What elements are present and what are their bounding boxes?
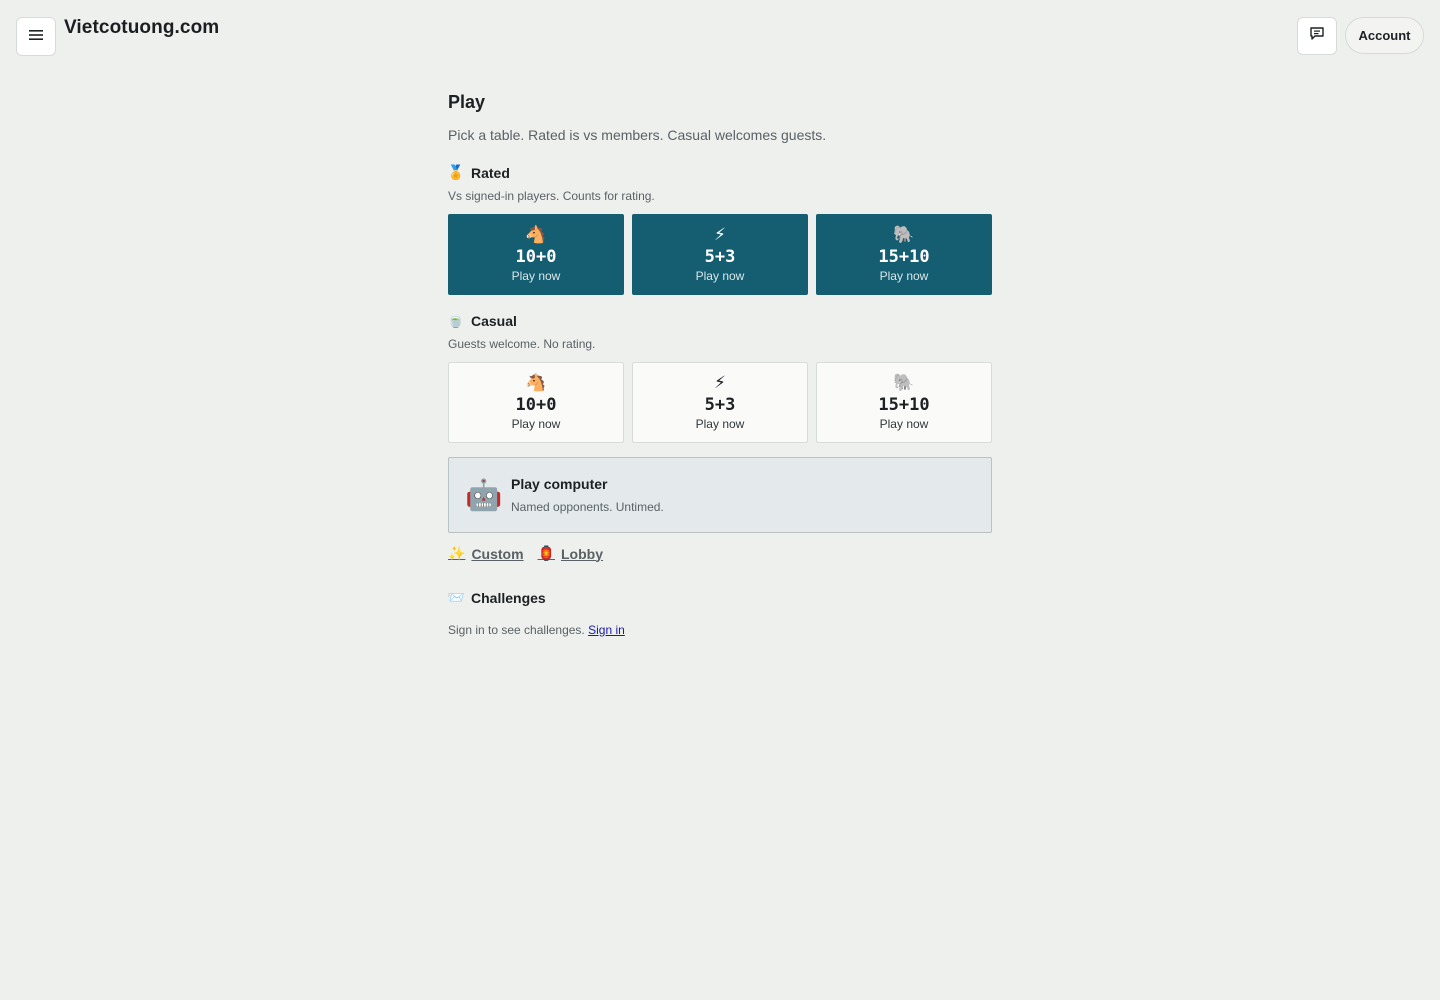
challenges-heading-label: Challenges — [471, 589, 546, 606]
tile-time: 5+3 — [704, 247, 736, 267]
sign-in-link[interactable]: Sign in — [588, 623, 625, 637]
lobby-link[interactable]: 🏮 Lobby — [538, 545, 603, 562]
tile-play-label: Play now — [511, 269, 561, 283]
sparkles-icon: ✨ — [448, 545, 466, 561]
envelope-icon: 📨 — [447, 589, 465, 605]
tile-time: 5+3 — [704, 395, 736, 415]
casual-tile-10-0[interactable]: 🐴 10+0 Play now — [448, 362, 624, 443]
page-subtitle: Pick a table. Rated is vs members. Casua… — [448, 127, 827, 143]
casual-tile-5-3[interactable]: ⚡ 5+3 Play now — [632, 362, 808, 443]
horse-icon: 🐴 — [525, 225, 547, 244]
tile-play-label: Play now — [879, 269, 929, 283]
tile-time: 15+10 — [878, 247, 930, 267]
tile-time: 15+10 — [878, 395, 930, 415]
tile-play-label: Play now — [695, 417, 745, 431]
rated-tile-5-3[interactable]: ⚡ 5+3 Play now — [632, 214, 808, 295]
account-button[interactable]: Account — [1345, 17, 1424, 54]
menu-icon — [29, 28, 43, 46]
rated-heading: 🏅 Rated — [447, 164, 510, 181]
casual-heading: 🍵 Casual — [447, 312, 517, 329]
rated-tiles: 🐴 10+0 Play now ⚡ 5+3 Play now 🐘 15+10 P… — [448, 214, 992, 295]
links-row: ✨ Custom 🏮 Lobby — [448, 545, 603, 562]
lobby-link-label: Lobby — [561, 545, 603, 562]
horse-icon: 🐴 — [525, 373, 547, 392]
lantern-icon: 🏮 — [537, 545, 555, 561]
rated-heading-label: Rated — [471, 164, 510, 181]
tea-icon: 🍵 — [447, 312, 465, 328]
custom-link-label: Custom — [471, 545, 524, 562]
elephant-icon: 🐘 — [893, 225, 915, 244]
play-computer-title: Play computer — [511, 476, 608, 492]
lightning-icon: ⚡ — [714, 225, 726, 244]
menu-button[interactable] — [16, 17, 56, 56]
site-title[interactable]: Vietcotuong.com — [64, 17, 219, 39]
casual-heading-label: Casual — [471, 312, 517, 329]
challenges-signin-line: Sign in to see challenges. Sign in — [448, 623, 625, 637]
challenges-text: Sign in to see challenges. — [448, 623, 585, 637]
custom-link[interactable]: ✨ Custom — [448, 545, 524, 562]
play-computer-text: Play computer Named opponents. Untimed. — [511, 476, 664, 514]
medal-icon: 🏅 — [447, 164, 465, 180]
rated-subtitle: Vs signed-in players. Counts for rating. — [448, 189, 655, 203]
casual-tile-15-10[interactable]: 🐘 15+10 Play now — [816, 362, 992, 443]
chat-icon — [1309, 26, 1325, 46]
tile-play-label: Play now — [879, 417, 929, 431]
play-computer-card[interactable]: 🤖 Play computer Named opponents. Untimed… — [448, 457, 992, 533]
tile-time: 10+0 — [515, 395, 557, 415]
challenges-heading: 📨 Challenges — [447, 589, 546, 606]
rated-tile-10-0[interactable]: 🐴 10+0 Play now — [448, 214, 624, 295]
casual-subtitle: Guests welcome. No rating. — [448, 337, 596, 351]
robot-icon: 🤖 — [465, 478, 503, 512]
page-title: Play — [448, 92, 486, 112]
tile-time: 10+0 — [515, 247, 557, 267]
casual-tiles: 🐴 10+0 Play now ⚡ 5+3 Play now 🐘 15+10 P… — [448, 362, 992, 443]
tile-play-label: Play now — [695, 269, 745, 283]
chat-button[interactable] — [1297, 17, 1337, 55]
tile-play-label: Play now — [511, 417, 561, 431]
play-computer-subtitle: Named opponents. Untimed. — [511, 500, 664, 514]
elephant-icon: 🐘 — [893, 373, 915, 392]
rated-tile-15-10[interactable]: 🐘 15+10 Play now — [816, 214, 992, 295]
lightning-icon: ⚡ — [714, 373, 726, 392]
